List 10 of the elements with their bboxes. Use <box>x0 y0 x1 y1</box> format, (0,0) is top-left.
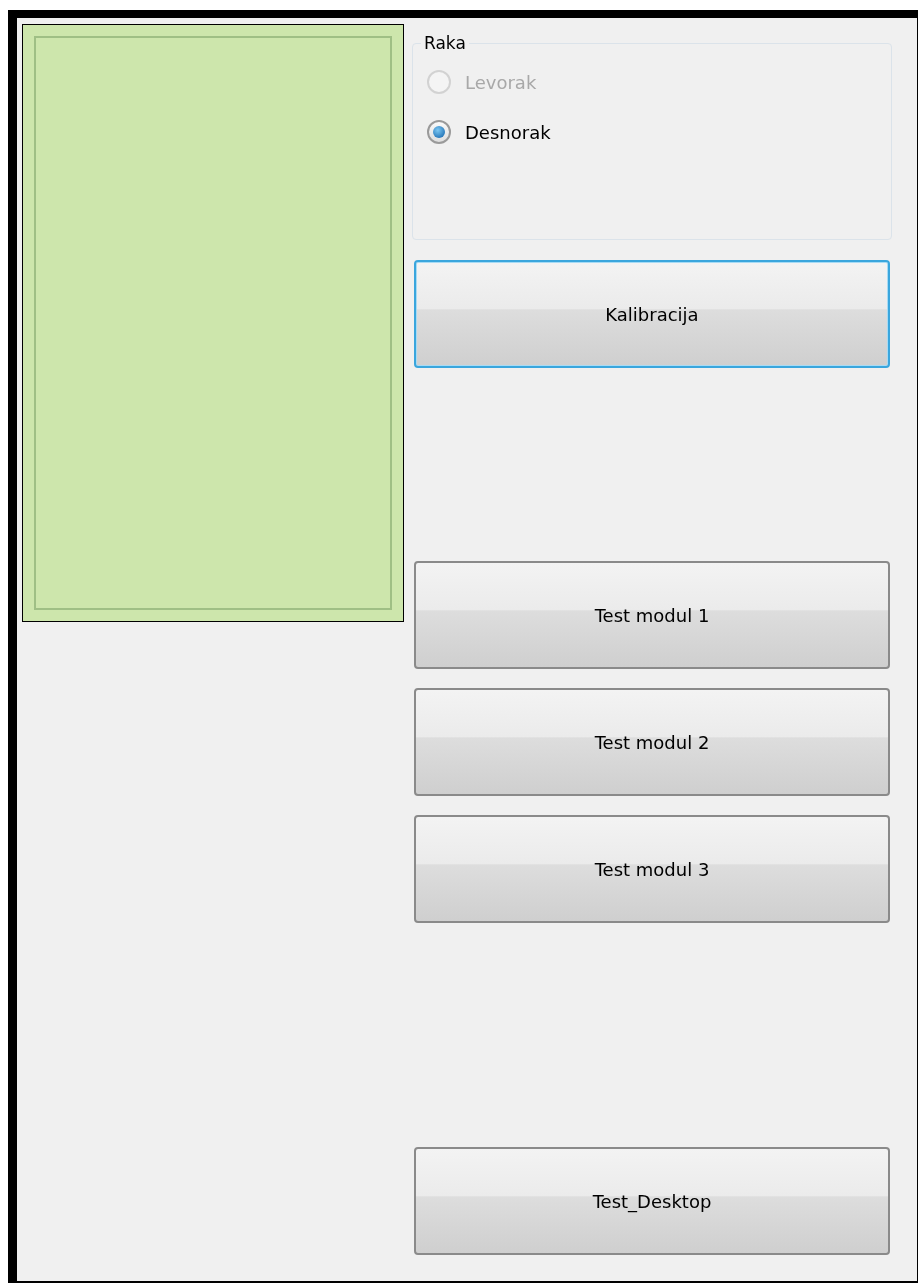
radio-label: Desnorak <box>465 121 551 143</box>
test-module-button[interactable]: Test modul 3 <box>414 815 890 923</box>
test-module-button[interactable]: Test modul 2 <box>414 688 890 796</box>
test-module-button[interactable]: Test modul 1 <box>414 561 890 669</box>
group-title: Raka <box>423 33 467 53</box>
radio-option[interactable]: Desnorak <box>427 107 877 157</box>
radio-button[interactable] <box>427 120 451 144</box>
radio-label: Levorak <box>465 71 537 93</box>
test-desktop-button[interactable]: Test_Desktop <box>414 1147 890 1255</box>
calibration-button[interactable]: Kalibracija <box>414 260 890 368</box>
